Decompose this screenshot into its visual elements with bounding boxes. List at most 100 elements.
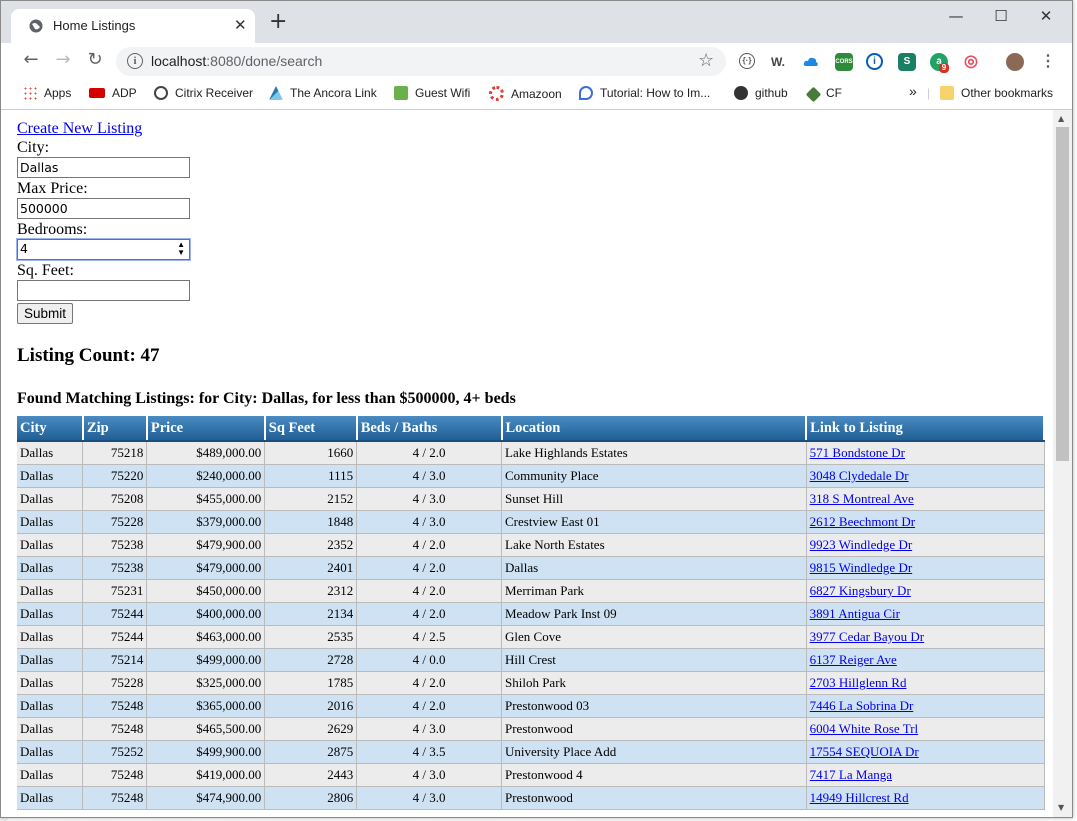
column-header[interactable]: Price bbox=[146, 416, 266, 442]
vertical-scrollbar[interactable]: ▲ ▼ bbox=[1053, 110, 1072, 817]
bookmark-adp[interactable]: ADP bbox=[89, 86, 137, 100]
create-listing-link[interactable]: Create New Listing bbox=[17, 120, 142, 137]
s-extension-icon[interactable]: S bbox=[898, 53, 916, 71]
table-cell: 4 / 2.0 bbox=[356, 671, 502, 695]
listing-link[interactable]: 14949 Hillcrest Rd bbox=[810, 790, 909, 805]
tab-home-listings[interactable]: Home Listings ✕ bbox=[11, 9, 255, 43]
swirl-extension-icon[interactable]: ◎ bbox=[962, 53, 980, 71]
listing-link[interactable]: 3048 Clydedale Dr bbox=[810, 468, 909, 483]
address-bar[interactable]: i localhost:8080/done/search ☆ bbox=[116, 47, 726, 76]
city-input[interactable] bbox=[17, 157, 190, 178]
bookmark-citrix[interactable]: Citrix Receiver bbox=[154, 86, 253, 100]
url-text[interactable]: localhost:8080/done/search bbox=[151, 53, 322, 69]
close-icon[interactable]: ✕ bbox=[234, 16, 247, 34]
table-cell: 4 / 3.0 bbox=[356, 763, 502, 787]
w-extension-icon[interactable]: W. bbox=[769, 53, 787, 71]
table-cell: $489,000.00 bbox=[146, 441, 266, 465]
github-icon bbox=[734, 86, 748, 100]
listing-link[interactable]: 3891 Antigua Cir bbox=[810, 606, 900, 621]
bookmarks-overflow-icon[interactable]: » bbox=[909, 83, 917, 99]
listing-link[interactable]: 6004 White Rose Trl bbox=[810, 721, 918, 736]
table-cell: 7417 La Manga bbox=[806, 763, 1045, 787]
code-extension-icon[interactable]: {·} bbox=[739, 53, 755, 69]
table-cell: 4 / 3.0 bbox=[356, 717, 502, 741]
table-cell: $474,900.00 bbox=[146, 786, 266, 810]
apps-grid-icon bbox=[23, 86, 37, 100]
scroll-up-arrow-icon[interactable]: ▲ bbox=[1058, 114, 1064, 123]
column-header[interactable]: Location bbox=[501, 416, 808, 442]
tutorial-icon bbox=[579, 86, 593, 100]
listing-link[interactable]: 17554 SEQUOIA Dr bbox=[810, 744, 919, 759]
listing-link[interactable]: 2612 Beechmont Dr bbox=[810, 514, 915, 529]
table-cell: Dallas bbox=[17, 533, 84, 557]
table-cell: 571 Bondstone Dr bbox=[806, 441, 1045, 465]
table-cell: 75208 bbox=[82, 487, 148, 511]
minimize-button[interactable]: — bbox=[941, 7, 971, 25]
listing-link[interactable]: 2703 Hillglenn Rd bbox=[810, 675, 907, 690]
table-cell: 4 / 2.0 bbox=[356, 533, 502, 557]
listing-link[interactable]: 7446 La Sobrina Dr bbox=[810, 698, 914, 713]
table-cell: 2016 bbox=[264, 694, 358, 718]
info-icon[interactable]: i bbox=[127, 53, 143, 69]
scroll-thumb[interactable] bbox=[1056, 127, 1069, 461]
table-cell: 3977 Cedar Bayou Dr bbox=[806, 625, 1045, 649]
password-extension-icon[interactable]: i bbox=[866, 53, 883, 70]
max-price-input[interactable] bbox=[17, 198, 190, 219]
column-header[interactable]: Beds / Baths bbox=[356, 416, 503, 442]
table-cell: University Place Add bbox=[501, 740, 807, 764]
reload-icon[interactable]: ↻ bbox=[83, 49, 107, 70]
table-row: Dallas 75244 $463,000.00 2535 4 / 2.5 Glen Co… bbox=[17, 625, 1045, 649]
column-header[interactable]: Zip bbox=[82, 416, 148, 442]
table-cell: $455,000.00 bbox=[146, 487, 266, 511]
column-header[interactable]: Sq Feet bbox=[264, 416, 358, 442]
submit-button[interactable]: Submit bbox=[17, 303, 74, 324]
column-header[interactable]: City bbox=[17, 416, 84, 442]
bookmark-cf[interactable]: CF bbox=[805, 86, 842, 103]
maximize-button[interactable]: ☐ bbox=[986, 7, 1016, 25]
column-header[interactable]: Link to Listing bbox=[806, 416, 1045, 442]
avatar[interactable] bbox=[1006, 53, 1024, 71]
table-cell: $240,000.00 bbox=[146, 464, 266, 488]
bookmark-tutorial[interactable]: Tutorial: How to Im... bbox=[579, 86, 710, 100]
table-cell: 4 / 2.0 bbox=[356, 694, 502, 718]
bookmark-ancora[interactable]: The Ancora Link bbox=[269, 86, 377, 100]
bookmark-apps[interactable]: Apps bbox=[23, 86, 71, 100]
back-arrow-icon[interactable]: ← bbox=[19, 49, 43, 70]
sqft-input[interactable] bbox=[17, 280, 190, 301]
bookmark-guest-wifi[interactable]: Guest Wifi bbox=[394, 86, 470, 100]
citrix-icon bbox=[154, 86, 168, 100]
listing-link[interactable]: 6827 Kingsbury Dr bbox=[810, 583, 911, 598]
bedrooms-select[interactable]: 4 ▲ ▼ bbox=[17, 239, 190, 260]
table-cell: $379,000.00 bbox=[146, 510, 266, 534]
bookmark-amazoon[interactable]: Amazoon bbox=[489, 86, 562, 101]
browser-window: Home Listings ✕ + — ☐ ✕ ← → ↻ i localhos… bbox=[0, 0, 1073, 818]
listing-link[interactable]: 6137 Reiger Ave bbox=[810, 652, 897, 667]
new-tab-button[interactable]: + bbox=[269, 11, 287, 33]
listing-link[interactable]: 9923 Windledge Dr bbox=[810, 537, 913, 552]
table-cell: Dallas bbox=[17, 648, 84, 672]
table-row: Dallas 75231 $450,000.00 2312 4 / 2.0 Merrima… bbox=[17, 579, 1045, 603]
table-cell: 2612 Beechmont Dr bbox=[806, 510, 1045, 534]
menu-icon[interactable]: ⋮ bbox=[1039, 53, 1057, 71]
listing-link[interactable]: 9815 Windledge Dr bbox=[810, 560, 913, 575]
table-cell: 6137 Reiger Ave bbox=[806, 648, 1045, 672]
cloud-extension-icon[interactable] bbox=[802, 53, 820, 71]
table-cell: 2443 bbox=[264, 763, 358, 787]
listing-link[interactable]: 571 Bondstone Dr bbox=[810, 445, 905, 460]
bookmark-star-icon[interactable]: ☆ bbox=[698, 50, 714, 71]
table-row: Dallas 75214 $499,000.00 2728 4 / 0.0 Hill Cr… bbox=[17, 648, 1045, 672]
close-window-button[interactable]: ✕ bbox=[1031, 7, 1061, 25]
table-cell: 17554 SEQUOIA Dr bbox=[806, 740, 1045, 764]
table-cell: Dallas bbox=[17, 579, 84, 603]
scroll-down-arrow-icon[interactable]: ▼ bbox=[1058, 803, 1064, 812]
listing-link[interactable]: 318 S Montreal Ave bbox=[810, 491, 914, 506]
cors-extension-icon[interactable]: CORS bbox=[835, 53, 853, 71]
other-bookmarks[interactable]: Other bookmarks bbox=[940, 86, 1053, 100]
table-cell: Sunset Hill bbox=[501, 487, 807, 511]
listing-link[interactable]: 7417 La Manga bbox=[810, 767, 892, 782]
listing-link[interactable]: 3977 Cedar Bayou Dr bbox=[810, 629, 924, 644]
table-cell: Hill Crest bbox=[501, 648, 807, 672]
forward-arrow-icon[interactable]: → bbox=[51, 49, 75, 70]
bookmark-github[interactable]: github bbox=[734, 86, 788, 100]
adp-icon bbox=[89, 88, 105, 98]
